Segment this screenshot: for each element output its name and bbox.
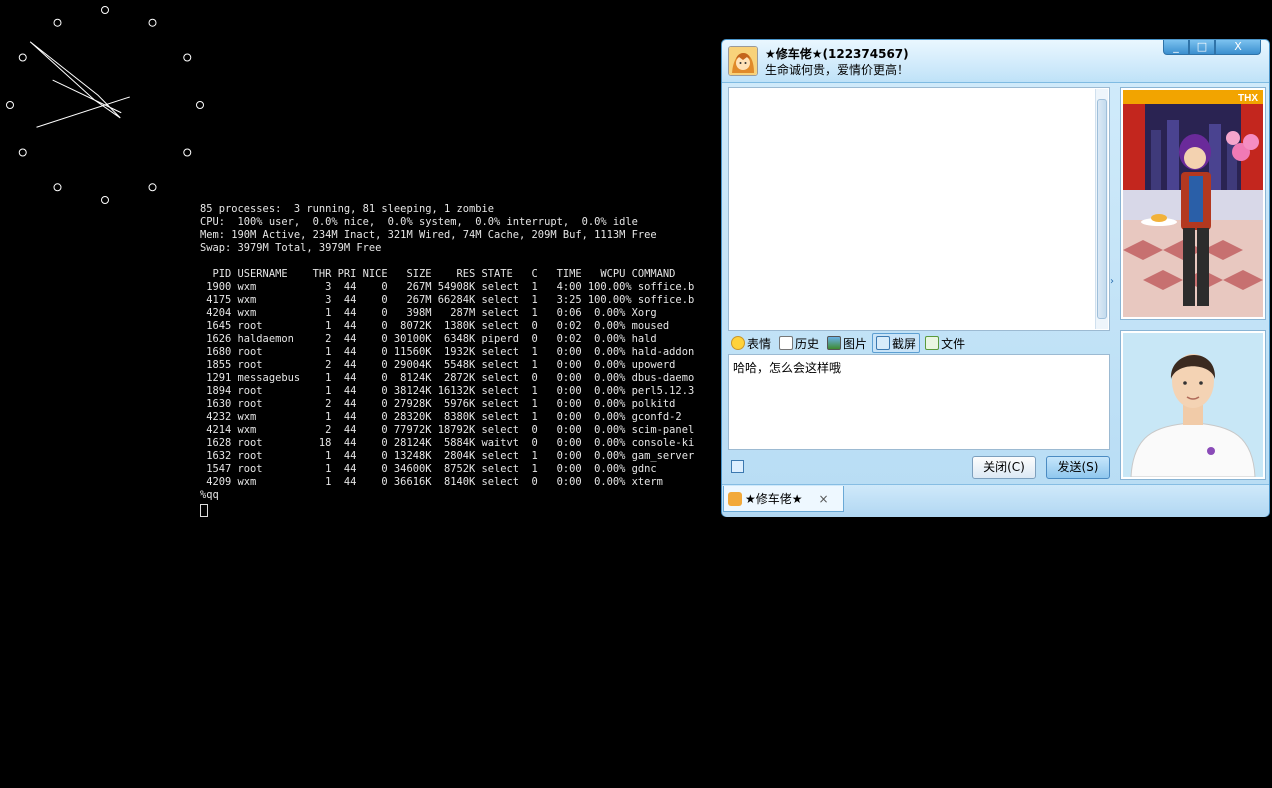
chat-bottom-bar: 关闭(C) 发送(S) xyxy=(728,456,1110,480)
input-mode-icon[interactable] xyxy=(731,460,744,473)
terminal-cursor xyxy=(200,504,208,517)
send-button[interactable]: 发送(S) xyxy=(1046,456,1110,479)
terminal-line: 1855 root 2 44 0 29004K 5548K select 1 0… xyxy=(200,359,676,371)
clock-hour-mark xyxy=(183,53,192,62)
chat-tab[interactable]: ★修车佬★ × xyxy=(723,486,844,512)
expand-arrow-icon[interactable]: › xyxy=(1110,276,1114,287)
chat-tab-label: ★修车佬★ xyxy=(745,492,803,506)
toolbar-image-label: 图片 xyxy=(843,336,868,351)
terminal-line: 1547 root 1 44 0 34600K 8752K select 1 0… xyxy=(200,463,657,475)
terminal-line: 4175 wxm 3 44 0 267M 66284K select 1 3:2… xyxy=(200,294,695,306)
tab-close-icon[interactable]: × xyxy=(819,492,829,506)
image-icon xyxy=(827,336,842,350)
terminal-line: 1680 root 1 44 0 11560K 1932K select 1 0… xyxy=(200,346,695,358)
terminal-line: 1645 root 1 44 0 8072K 1380K select 0 0:… xyxy=(200,320,670,332)
terminal-line: 1632 root 1 44 0 13248K 2804K select 1 0… xyxy=(200,450,695,462)
message-scrollbar[interactable] xyxy=(1095,89,1108,329)
show-badge: THX xyxy=(1238,93,1258,104)
clock-hour-mark xyxy=(53,18,62,27)
toolbar-emoticon[interactable]: 表情 xyxy=(728,333,774,353)
terminal-line: 1626 haldaemon 2 44 0 30100K 6348K piper… xyxy=(200,333,657,345)
contact-signature: 生命诚何贵，爱情价更高！ xyxy=(765,63,910,77)
toolbar-file-label: 文件 xyxy=(941,336,966,351)
clock-hour-mark xyxy=(148,183,157,192)
contact-title: ★修车佬★(122374567) xyxy=(765,47,909,61)
contact-avatar[interactable] xyxy=(728,46,758,76)
toolbar-history[interactable]: 历史 xyxy=(776,333,822,353)
close-chat-button[interactable]: 关闭(C) xyxy=(972,456,1036,479)
chat-header[interactable]: ★修车佬★(122374567) 生命诚何贵，爱情价更高！ _ □ X xyxy=(722,40,1269,83)
clock-hour-mark xyxy=(18,53,27,62)
qq-chat-window[interactable]: ★修车佬★(122374567) 生命诚何贵，爱情价更高！ _ □ X › 表情… xyxy=(721,39,1270,517)
screenshot-icon xyxy=(876,336,891,350)
toolbar-screenshot-label: 截屏 xyxy=(892,336,917,351)
history-icon xyxy=(779,336,794,350)
close-window-button[interactable]: X xyxy=(1215,40,1261,55)
toolbar-emoticon-label: 表情 xyxy=(747,336,772,351)
terminal-cursor-line xyxy=(200,502,700,517)
minimize-button[interactable]: _ xyxy=(1163,40,1189,55)
tab-avatar-icon xyxy=(728,491,742,506)
terminal-line: %qq xyxy=(200,489,219,501)
clock-hour-mark xyxy=(101,196,109,204)
clock-minute-hand xyxy=(29,41,121,119)
my-show-panel xyxy=(1120,330,1266,480)
terminal-line: 1900 wxm 3 44 0 267M 54908K select 1 4:0… xyxy=(200,281,695,293)
message-input[interactable]: 哈哈，怎么会这样哦 xyxy=(728,354,1110,450)
terminal-line: CPU: 100% user, 0.0% nice, 0.0% system, … xyxy=(200,216,638,228)
terminal-line: 4232 wxm 1 44 0 28320K 8380K select 1 0:… xyxy=(200,411,682,423)
contact-show-panel: THX xyxy=(1120,87,1266,320)
clock-hour-mark xyxy=(18,148,27,157)
clock-hour-mark xyxy=(148,18,157,27)
clock-hour-mark xyxy=(196,101,204,109)
chat-tab-bar: ★修车佬★ × xyxy=(722,484,1269,517)
toolbar-image[interactable]: 图片 xyxy=(824,333,870,353)
terminal-line: 1628 root 18 44 0 28124K 5884K waitvt 0 … xyxy=(200,437,695,449)
scrollbar-thumb[interactable] xyxy=(1097,99,1107,319)
terminal-line: 85 processes: 3 running, 81 sleeping, 1 … xyxy=(200,203,495,215)
terminal-line: 4204 wxm 1 44 0 398M 287M select 1 0:06 … xyxy=(200,307,657,319)
toolbar-history-label: 历史 xyxy=(795,336,820,351)
terminal-line: 4214 wxm 2 44 0 77972K 18792K select 0 0… xyxy=(200,424,695,436)
clock-second-hand xyxy=(36,96,130,128)
my-show-image xyxy=(1123,333,1263,478)
terminal-line: Swap: 3979M Total, 3979M Free xyxy=(200,242,382,254)
maximize-button[interactable]: □ xyxy=(1189,40,1215,55)
file-icon xyxy=(925,336,940,350)
terminal-line: 1291 messagebus 1 44 0 8124K 2872K selec… xyxy=(200,372,695,384)
clock-hour-mark xyxy=(53,183,62,192)
smiley-icon xyxy=(731,336,745,350)
analog-clock xyxy=(6,6,204,204)
toolbar-file[interactable]: 文件 xyxy=(922,333,968,353)
clock-hour-mark xyxy=(183,148,192,157)
message-history[interactable] xyxy=(728,87,1110,331)
window-controls: _ □ X xyxy=(1163,40,1261,56)
terminal-line: 1630 root 2 44 0 27928K 5976K select 1 0… xyxy=(200,398,676,410)
toolbar-screenshot[interactable]: 截屏 xyxy=(872,333,921,353)
terminal-line: Mem: 190M Active, 234M Inact, 321M Wired… xyxy=(200,229,657,241)
top-terminal[interactable]: 85 processes: 3 running, 81 sleeping, 1 … xyxy=(200,203,700,517)
terminal-line: PID USERNAME THR PRI NICE SIZE RES STATE… xyxy=(200,268,676,280)
terminal-line: 4209 wxm 1 44 0 36616K 8140K select 0 0:… xyxy=(200,476,663,488)
contact-show-image: THX xyxy=(1123,90,1263,317)
clock-hour-mark xyxy=(101,6,109,14)
clock-hour-mark xyxy=(6,101,14,109)
chat-toolbar: 表情 历史 图片 截屏 文件 xyxy=(728,332,1110,354)
terminal-line: 1894 root 1 44 0 38124K 16132K select 1 … xyxy=(200,385,695,397)
